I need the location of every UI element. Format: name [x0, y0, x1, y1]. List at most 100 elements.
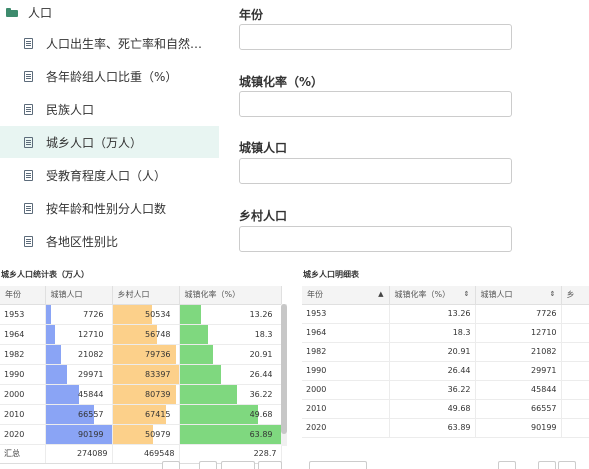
rate-value: 18.3 — [254, 329, 273, 339]
rural-value: 79736 — [145, 349, 171, 359]
summary-urban: 274089 — [45, 444, 113, 464]
col-header-label: 城镇人口 — [480, 290, 513, 300]
rate-value: 63.89 — [249, 429, 273, 439]
rate-cell: 20.91 — [179, 344, 282, 365]
urban-cell: 45844 — [475, 380, 562, 400]
rural-cell — [561, 361, 589, 381]
col-header-urban[interactable]: 城镇人口 ⇕ — [475, 286, 562, 305]
urbanization-rate-input[interactable] — [239, 91, 512, 117]
tree-item[interactable]: 各地区性别比 — [0, 225, 219, 257]
stats-table-scrollbar[interactable] — [281, 304, 287, 446]
table-row[interactable]: 1990 29971 83397 26.44 — [0, 364, 282, 385]
tree-item-label: 人口出生率、死亡率和自然… — [46, 36, 203, 51]
tree-root-population[interactable]: 人口 — [0, 0, 219, 24]
table-row[interactable]: 1964 18.3 12710 — [302, 323, 589, 343]
document-icon — [24, 235, 33, 247]
rural-cell: 80739 — [112, 384, 180, 405]
tree-root-label: 人口 — [28, 5, 53, 20]
stats-table-panel: 城乡人口统计表（万人） 年份 城镇人口 乡村人口 城镇化率（%） 1953 772… — [0, 262, 292, 469]
urban-cell: 66557 — [45, 404, 113, 425]
year-input[interactable] — [239, 24, 512, 50]
table-row[interactable]: 2010 49.68 66557 — [302, 399, 589, 419]
pager-button[interactable] — [162, 461, 180, 469]
table-row[interactable]: 1982 20.91 21082 — [302, 342, 589, 362]
urban-cell: 21082 — [475, 342, 562, 362]
pager-button[interactable] — [538, 461, 556, 469]
col-header-rural[interactable]: 乡 — [561, 286, 589, 305]
year-label: 年份 — [239, 8, 264, 22]
document-icon — [24, 37, 33, 49]
rural-value: 50979 — [145, 429, 171, 439]
col-header-rate[interactable]: 城镇化率（%） ⇕ — [389, 286, 476, 305]
pager-button[interactable] — [221, 461, 255, 469]
tree-item[interactable]: 民族人口 — [0, 93, 219, 125]
pager-button[interactable] — [258, 461, 282, 469]
rate-value: 20.91 — [249, 349, 273, 359]
table-row[interactable]: 1990 26.44 29971 — [302, 361, 589, 381]
rural-cell — [561, 418, 589, 438]
table-row[interactable]: 1982 21082 79736 20.91 — [0, 344, 282, 365]
urban-cell: 66557 — [475, 399, 562, 419]
pager-button[interactable] — [558, 461, 576, 469]
page-size-select[interactable] — [309, 461, 367, 469]
summary-label: 汇总 — [0, 444, 46, 464]
rural-cell: 83397 — [112, 364, 180, 385]
rate-value: 13.26 — [249, 309, 273, 319]
detail-table: 年份 ▲ 城镇化率（%） ⇕ 城镇人口 ⇕ 乡 1953 13.26 7726 1964 18… — [302, 286, 589, 438]
rural-value: 50534 — [145, 309, 171, 319]
urban-cell: 7726 — [45, 304, 113, 325]
tree-item[interactable]: 受教育程度人口（人） — [0, 159, 219, 191]
document-icon — [24, 202, 33, 214]
sort-icon[interactable]: ⇕ — [550, 290, 556, 298]
rate-cell: 63.89 — [389, 418, 476, 438]
rural-cell — [561, 304, 589, 324]
rural-cell — [561, 380, 589, 400]
table-row[interactable]: 2020 63.89 90199 — [302, 418, 589, 438]
detail-table-title: 城乡人口明细表 — [303, 270, 359, 279]
table-row[interactable]: 2010 66557 67415 49.68 — [0, 404, 282, 425]
table-row[interactable]: 2000 45844 80739 36.22 — [0, 384, 282, 405]
rate-cell: 18.3 — [179, 324, 282, 345]
sort-icon[interactable]: ⇕ — [464, 290, 470, 298]
year-cell: 1964 — [0, 324, 46, 345]
rural-cell: 56748 — [112, 324, 180, 345]
rate-cell: 26.44 — [389, 361, 476, 381]
rural-cell: 50979 — [112, 424, 180, 445]
rate-value: 36.22 — [249, 389, 273, 399]
year-cell: 2010 — [302, 399, 390, 419]
col-header-rate[interactable]: 城镇化率（%） — [179, 286, 282, 305]
urban-cell: 45844 — [45, 384, 113, 405]
rural-population-input[interactable] — [239, 226, 512, 252]
tree-item[interactable]: 城乡人口（万人） — [0, 126, 219, 158]
rate-cell: 49.68 — [389, 399, 476, 419]
year-cell: 1982 — [0, 344, 46, 365]
pager-button[interactable] — [498, 461, 516, 469]
table-row[interactable]: 1953 13.26 7726 — [302, 304, 589, 324]
urban-population-input[interactable] — [239, 158, 512, 184]
tree-item-label: 城乡人口（万人） — [46, 135, 143, 150]
scrollbar-thumb[interactable] — [281, 304, 287, 434]
tree-item[interactable]: 人口出生率、死亡率和自然… — [0, 27, 219, 59]
table-row[interactable]: 2020 90199 50979 63.89 — [0, 424, 282, 445]
year-cell: 2020 — [0, 424, 46, 445]
tree-item-label: 各地区性别比 — [46, 234, 119, 249]
tree-item[interactable]: 按年龄和性别分人口数 — [0, 192, 219, 224]
sort-asc-icon[interactable]: ▲ — [378, 290, 383, 298]
col-header-year[interactable]: 年份 — [0, 286, 46, 305]
tree-item-label: 受教育程度人口（人） — [46, 168, 167, 183]
tree-item-label: 按年龄和性别分人口数 — [46, 201, 167, 216]
rate-value: 26.44 — [249, 369, 273, 379]
rate-cell: 13.26 — [389, 304, 476, 324]
table-row[interactable]: 1953 7726 50534 13.26 — [0, 304, 282, 325]
col-header-urban[interactable]: 城镇人口 — [45, 286, 113, 305]
rate-cell: 36.22 — [179, 384, 282, 405]
col-header-year[interactable]: 年份 ▲ — [302, 286, 390, 305]
pager-button[interactable] — [199, 461, 217, 469]
rate-cell: 36.22 — [389, 380, 476, 400]
rate-cell: 63.89 — [179, 424, 282, 445]
table-row[interactable]: 2000 36.22 45844 — [302, 380, 589, 400]
table-row[interactable]: 1964 12710 56748 18.3 — [0, 324, 282, 345]
col-header-rural[interactable]: 乡村人口 — [112, 286, 180, 305]
tree-item[interactable]: 各年龄组人口比重（%） — [0, 60, 219, 92]
urban-cell: 7726 — [475, 304, 562, 324]
